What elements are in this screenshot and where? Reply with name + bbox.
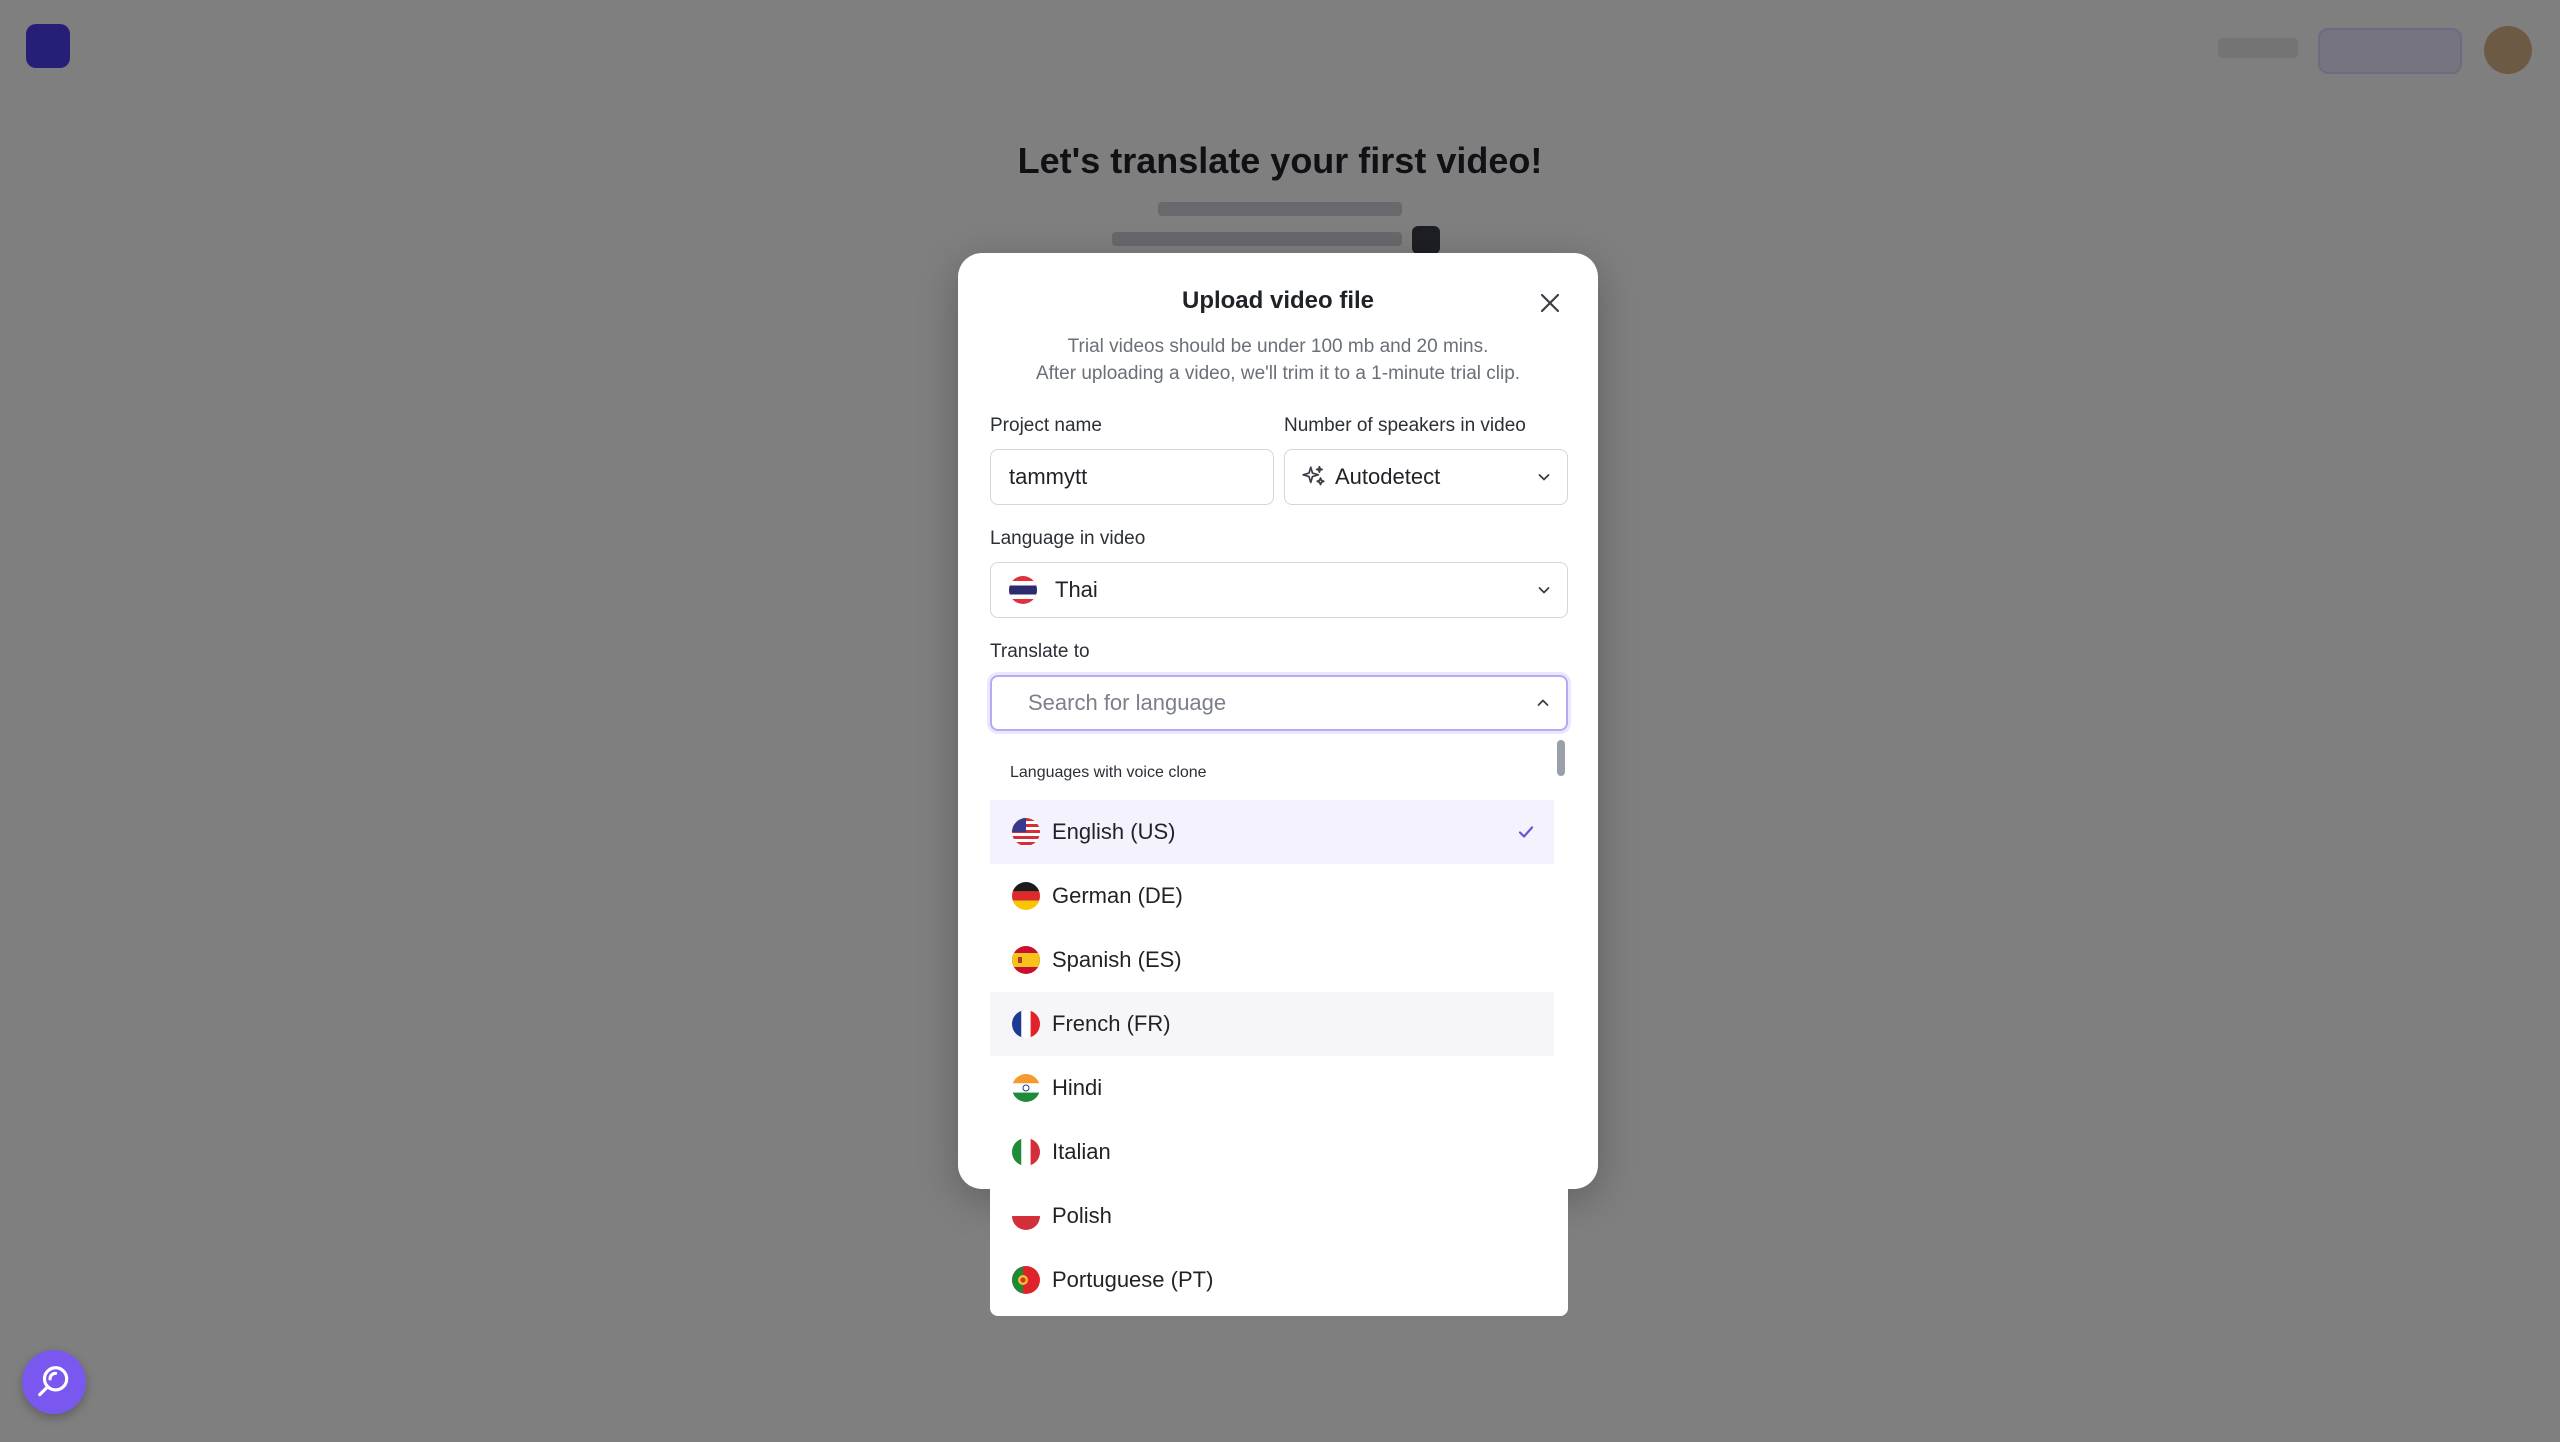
close-icon xyxy=(1540,293,1560,313)
thailand-flag-icon xyxy=(1009,576,1037,604)
language-option-spanish-es[interactable]: Spanish (ES) xyxy=(990,928,1554,992)
project-name-label: Project name xyxy=(990,415,1102,436)
portugal-flag-icon xyxy=(1012,1266,1040,1294)
language-option-label: Hindi xyxy=(1052,1075,1103,1100)
sparkle-icon xyxy=(1302,465,1325,486)
language-in-video-label: Language in video xyxy=(990,528,1146,549)
language-option-french-fr[interactable]: French (FR) xyxy=(990,992,1554,1056)
language-option-label: Italian xyxy=(1052,1139,1111,1164)
chevron-down-icon xyxy=(1535,581,1553,599)
language-option-italian[interactable]: Italian xyxy=(990,1120,1554,1184)
close-button[interactable] xyxy=(1534,287,1566,319)
language-in-video-select[interactable]: Thai xyxy=(990,562,1568,618)
language-option-polish[interactable]: Polish xyxy=(990,1184,1554,1248)
italy-flag-icon xyxy=(1012,1138,1040,1166)
translate-to-label: Translate to xyxy=(990,641,1090,662)
description-line: After uploading a video, we'll trim it t… xyxy=(1035,363,1521,384)
language-option-label: German (DE) xyxy=(1052,883,1183,908)
france-flag-icon xyxy=(1012,1010,1040,1038)
germany-flag-icon xyxy=(1012,882,1040,910)
description-line: Trial videos should be under 100 mb and … xyxy=(1067,336,1489,357)
modal-description: Trial videos should be under 100 mb and … xyxy=(958,333,1598,387)
dropdown-section-label: Languages with voice clone xyxy=(1010,764,1207,781)
project-name-input[interactable]: tammytt xyxy=(990,449,1274,505)
help-search-button[interactable] xyxy=(22,1350,86,1414)
translate-to-search-input[interactable]: Search for language xyxy=(990,675,1568,731)
dropdown-scrollbar[interactable] xyxy=(1554,738,1568,1316)
chevron-up-icon xyxy=(1534,694,1552,712)
speakers-label: Number of speakers in video xyxy=(1284,415,1526,436)
language-option-german-de[interactable]: German (DE) xyxy=(990,864,1554,928)
language-option-label: French (FR) xyxy=(1052,1011,1171,1036)
translate-to-placeholder: Search for language xyxy=(1028,690,1227,715)
language-option-label: Spanish (ES) xyxy=(1052,947,1182,972)
us-flag-icon xyxy=(1012,818,1040,846)
speakers-value: Autodetect xyxy=(1335,464,1441,489)
india-flag-icon xyxy=(1012,1074,1040,1102)
language-option-portuguese-pt[interactable]: Portuguese (PT) xyxy=(990,1248,1554,1312)
search-icon xyxy=(38,1366,69,1397)
speakers-select[interactable]: Autodetect xyxy=(1284,449,1568,505)
poland-flag-icon xyxy=(1012,1202,1040,1230)
language-in-video-value: Thai xyxy=(1055,577,1098,602)
language-option-english-us[interactable]: English (US) xyxy=(990,800,1554,864)
language-option-label: Polish xyxy=(1052,1203,1112,1228)
checkmark-icon xyxy=(1516,822,1536,842)
modal-title: Upload video file xyxy=(1181,287,1375,314)
language-dropdown: Languages with voice clone English (US) … xyxy=(990,738,1568,1316)
language-option-label: English (US) xyxy=(1052,819,1176,844)
language-option-hindi[interactable]: Hindi xyxy=(990,1056,1554,1120)
spain-flag-icon xyxy=(1012,946,1040,974)
project-name-value: tammytt xyxy=(1009,464,1088,489)
chevron-down-icon xyxy=(1535,468,1553,486)
language-option-label: Portuguese (PT) xyxy=(1052,1267,1214,1292)
scrollbar-thumb[interactable] xyxy=(1557,740,1565,776)
